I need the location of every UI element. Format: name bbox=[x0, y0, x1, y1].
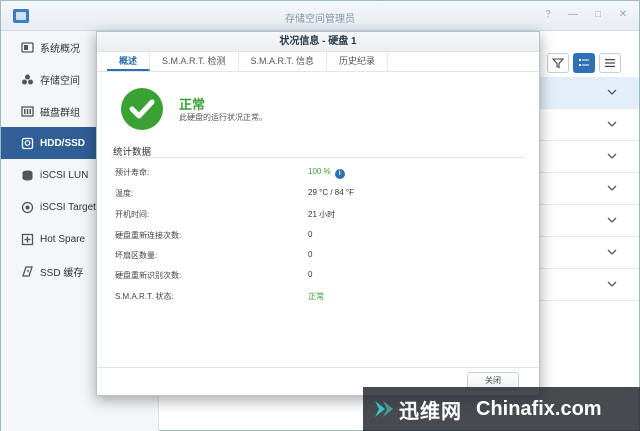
stat-label: 预计寿命: bbox=[115, 168, 150, 177]
chevron-down-icon[interactable] bbox=[607, 279, 617, 289]
app-titlebar: 存储空间管理员 ? — □ ✕ bbox=[1, 1, 639, 31]
check-circle-icon bbox=[121, 88, 163, 130]
tab-smart-info[interactable]: S.M.A.R.T. 信息 bbox=[239, 52, 328, 71]
maximize-icon[interactable]: □ bbox=[592, 9, 604, 21]
view-toolbar bbox=[547, 53, 621, 73]
watermark-banner: 迅维网 Chinafix.com bbox=[363, 387, 640, 431]
sidebar-item-label: 系统概况 bbox=[40, 43, 80, 55]
sidebar-item-label: iSCSI LUN bbox=[40, 169, 89, 181]
disk-group-icon bbox=[21, 105, 34, 118]
sidebar-item-label: iSCSI Target bbox=[40, 201, 96, 213]
filter-icon bbox=[552, 58, 564, 69]
stat-value: 29 °C / 84 °F bbox=[308, 188, 354, 197]
stat-row-bad-sectors: 坏扇区数量: 0 bbox=[115, 250, 515, 266]
hdd-icon bbox=[21, 137, 34, 150]
window-controls: ? — □ ✕ bbox=[542, 9, 629, 21]
health-status: 正常 此硬盘的运行状况正常。 bbox=[121, 88, 521, 132]
list-view-button[interactable] bbox=[599, 53, 621, 73]
watermark-en: Chinafix.com bbox=[476, 397, 602, 420]
stat-label: S.M.A.R.T. 状态: bbox=[115, 292, 174, 301]
section-divider bbox=[111, 157, 525, 158]
help-icon[interactable]: ? bbox=[542, 9, 554, 21]
chevron-down-icon[interactable] bbox=[607, 151, 617, 161]
tab-history[interactable]: 历史纪录 bbox=[327, 52, 389, 71]
stat-row-temperature: 温度: 29 °C / 84 °F bbox=[115, 188, 515, 204]
dialog-tabs: 概述 S.M.A.R.T. 检测 S.M.A.R.T. 信息 历史纪录 bbox=[97, 52, 539, 72]
list-item[interactable] bbox=[539, 237, 639, 269]
stat-label: 温度: bbox=[115, 189, 134, 198]
list-item[interactable] bbox=[539, 141, 639, 173]
lun-icon bbox=[21, 169, 34, 182]
status-description: 此硬盘的运行状况正常。 bbox=[179, 113, 267, 122]
list-item[interactable] bbox=[539, 173, 639, 205]
sidebar-item-label: HDD/SSD bbox=[40, 137, 86, 149]
list-item[interactable] bbox=[539, 269, 639, 301]
stat-row-power-on: 开机时间: 21 小时 bbox=[115, 209, 515, 225]
stat-value: 100 % i bbox=[308, 167, 345, 179]
watermark-cn: 迅维网 bbox=[399, 400, 462, 423]
overview-icon bbox=[21, 41, 34, 54]
chevron-down-icon[interactable] bbox=[607, 247, 617, 257]
stat-value: 正常 bbox=[308, 292, 324, 301]
lifespan-value: 100 % bbox=[308, 167, 331, 176]
status-dialog: 状况信息 - 硬盘 1 概述 S.M.A.R.T. 检测 S.M.A.R.T. … bbox=[96, 31, 540, 396]
disk-list bbox=[539, 77, 639, 301]
detail-view-button[interactable] bbox=[573, 53, 595, 73]
stat-row-lifespan: 预计寿命: 100 % i bbox=[115, 167, 515, 183]
sidebar-item-label: Hot Spare bbox=[40, 233, 86, 245]
chevron-down-icon[interactable] bbox=[607, 119, 617, 129]
stat-row-smart-status: S.M.A.R.T. 状态: 正常 bbox=[115, 291, 515, 307]
filter-button[interactable] bbox=[547, 53, 569, 73]
stat-value: 0 bbox=[308, 250, 313, 259]
stat-label: 硬盘重新识别次数: bbox=[115, 271, 182, 280]
section-heading: 统计数据 bbox=[113, 147, 152, 158]
list-icon bbox=[605, 59, 615, 67]
tab-smart-test[interactable]: S.M.A.R.T. 检测 bbox=[150, 52, 239, 71]
arrow-logo-icon bbox=[375, 401, 393, 417]
storage-icon bbox=[21, 73, 34, 86]
sidebar-item-label: 磁盘群组 bbox=[40, 107, 80, 119]
hot-spare-icon bbox=[21, 233, 34, 246]
tab-overview[interactable]: 概述 bbox=[107, 52, 151, 71]
corner-watermark: KOO bbox=[570, 370, 604, 387]
ssd-cache-icon bbox=[21, 265, 34, 278]
target-icon bbox=[21, 201, 34, 214]
stat-value: 0 bbox=[308, 230, 313, 239]
stat-row-reidentify: 硬盘重新识别次数: 0 bbox=[115, 270, 515, 286]
list-item[interactable] bbox=[539, 109, 639, 141]
stat-label: 开机时间: bbox=[115, 210, 150, 219]
status-title: 正常 bbox=[179, 97, 206, 112]
chevron-down-icon[interactable] bbox=[607, 215, 617, 225]
info-icon[interactable]: i bbox=[334, 169, 345, 179]
chevron-down-icon[interactable] bbox=[607, 183, 617, 193]
close-icon[interactable]: ✕ bbox=[617, 9, 629, 21]
chevron-down-icon[interactable] bbox=[607, 87, 617, 97]
stat-value: 0 bbox=[308, 270, 313, 279]
sidebar-item-label: SSD 缓存 bbox=[40, 267, 84, 279]
list-item[interactable] bbox=[539, 205, 639, 237]
stat-label: 坏扇区数量: bbox=[115, 251, 158, 260]
detail-list-icon bbox=[579, 59, 589, 66]
dialog-title: 状况信息 - 硬盘 1 bbox=[97, 32, 539, 52]
stat-value: 21 小时 bbox=[308, 210, 336, 219]
sidebar-item-label: 存储空间 bbox=[40, 75, 80, 87]
list-item[interactable] bbox=[539, 77, 639, 109]
stat-label: 硬盘重新连接次数: bbox=[115, 231, 182, 240]
minimize-icon[interactable]: — bbox=[567, 9, 579, 21]
stat-row-reconnect: 硬盘重新连接次数: 0 bbox=[115, 230, 515, 246]
